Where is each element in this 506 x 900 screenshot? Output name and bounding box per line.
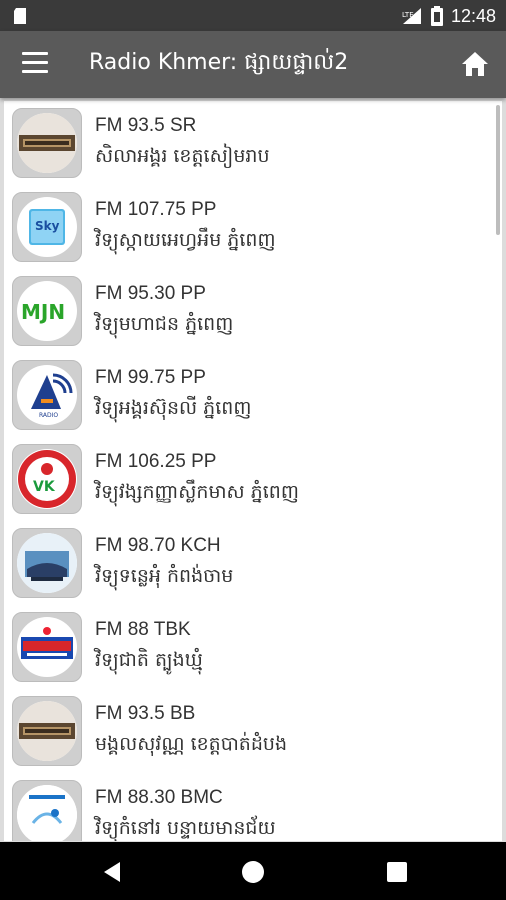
station-name: វិទ្យុទន្លេអុំ កំពង់ចាម <box>95 565 234 587</box>
svg-text:Sky: Sky <box>35 219 60 233</box>
station-frequency: FM 93.5 SR <box>95 115 197 136</box>
station-logo: RADIO <box>12 360 82 430</box>
status-bar: LTE 12:48 <box>0 0 506 31</box>
station-frequency: FM 98.70 KCH <box>95 535 221 556</box>
station-row[interactable]: FM 98.70 KCH វិទ្យុទន្លេអុំ កំពង់ចាម <box>4 521 502 605</box>
station-frequency: FM 88 TBK <box>95 619 191 640</box>
station-frequency: FM 106.25 PP <box>95 451 217 472</box>
page-title: Radio Khmer: ផ្សាយផ្ទាល់2 <box>89 50 349 75</box>
station-logo: VK <box>12 444 82 514</box>
station-name: វិទ្យុកំនៅរ បន្ទាយមានជ័យ <box>95 817 276 839</box>
station-logo: MJN <box>12 276 82 346</box>
recents-icon[interactable] <box>384 859 410 885</box>
station-logo <box>12 612 82 682</box>
station-row[interactable]: FM 93.5 SR សិលាអង្គរ ខេត្តសៀមរាប <box>4 101 502 185</box>
station-logo <box>12 780 82 841</box>
svg-text:VK: VK <box>33 479 56 495</box>
svg-text:RADIO: RADIO <box>39 412 58 419</box>
svg-text:LTE: LTE <box>402 11 414 19</box>
station-row[interactable]: FM 93.5 BB មង្គលសុវណ្ណ ខេត្តបាត់ដំបង <box>4 689 502 773</box>
station-frequency: FM 88.30 BMC <box>95 787 223 808</box>
station-name: វិទ្យុជាតិ ត្បូងឃ្មុំ <box>95 649 203 671</box>
navigation-bar <box>0 842 506 900</box>
station-logo <box>12 528 82 598</box>
svg-text:MJN: MJN <box>21 300 65 324</box>
station-list[interactable]: FM 93.5 SR សិលាអង្គរ ខេត្តសៀមរាប Sky FM 107… <box>4 101 502 841</box>
station-name: វិទ្យុស្កាយអេហ្វអឹម ភ្នំពេញ <box>95 229 276 251</box>
sd-card-icon <box>14 8 26 24</box>
station-name: សិលាអង្គរ ខេត្តសៀមរាប <box>95 145 270 167</box>
station-name: វិទ្យុអង្គរស៊ុនលី ភ្នំពេញ <box>95 397 252 419</box>
station-row[interactable]: FM 88.30 BMC វិទ្យុកំនៅរ បន្ទាយមានជ័យ <box>4 773 502 841</box>
app-bar: Radio Khmer: ផ្សាយផ្ទាល់2 <box>0 31 506 98</box>
station-name: មង្គលសុវណ្ណ ខេត្តបាត់ដំបង <box>95 733 288 755</box>
station-row[interactable]: FM 88 TBK វិទ្យុជាតិ ត្បូងឃ្មុំ <box>4 605 502 689</box>
battery-icon <box>430 6 443 26</box>
signal-icon: LTE <box>402 8 421 24</box>
station-frequency: FM 93.5 BB <box>95 703 196 724</box>
station-row[interactable]: Sky FM 107.75 PP វិទ្យុស្កាយអេហ្វអឹម ភ្នំព… <box>4 185 502 269</box>
home-circle-icon[interactable] <box>240 859 266 885</box>
back-icon[interactable] <box>100 859 126 885</box>
station-frequency: FM 107.75 PP <box>95 199 217 220</box>
station-name: វិទ្យុមហាជន ភ្នំពេញ <box>95 313 234 335</box>
menu-icon[interactable] <box>22 52 48 76</box>
station-row[interactable]: VK FM 106.25 PP វិទ្យុវង្សកញ្ញាស្លឹកមាស ភ្… <box>4 437 502 521</box>
station-row[interactable]: MJN FM 95.30 PP វិទ្យុមហាជន ភ្នំពេញ <box>4 269 502 353</box>
station-frequency: FM 99.75 PP <box>95 367 206 388</box>
station-logo: Sky <box>12 192 82 262</box>
home-icon[interactable] <box>460 49 490 79</box>
station-frequency: FM 95.30 PP <box>95 283 206 304</box>
station-row[interactable]: RADIO FM 99.75 PP វិទ្យុអង្គរស៊ុនលី ភ្នំពេ… <box>4 353 502 437</box>
station-name: វិទ្យុវង្សកញ្ញាស្លឹកមាស ភ្នំពេញ <box>95 481 299 503</box>
status-time: 12:48 <box>450 5 496 26</box>
station-logo <box>12 696 82 766</box>
station-logo <box>12 108 82 178</box>
